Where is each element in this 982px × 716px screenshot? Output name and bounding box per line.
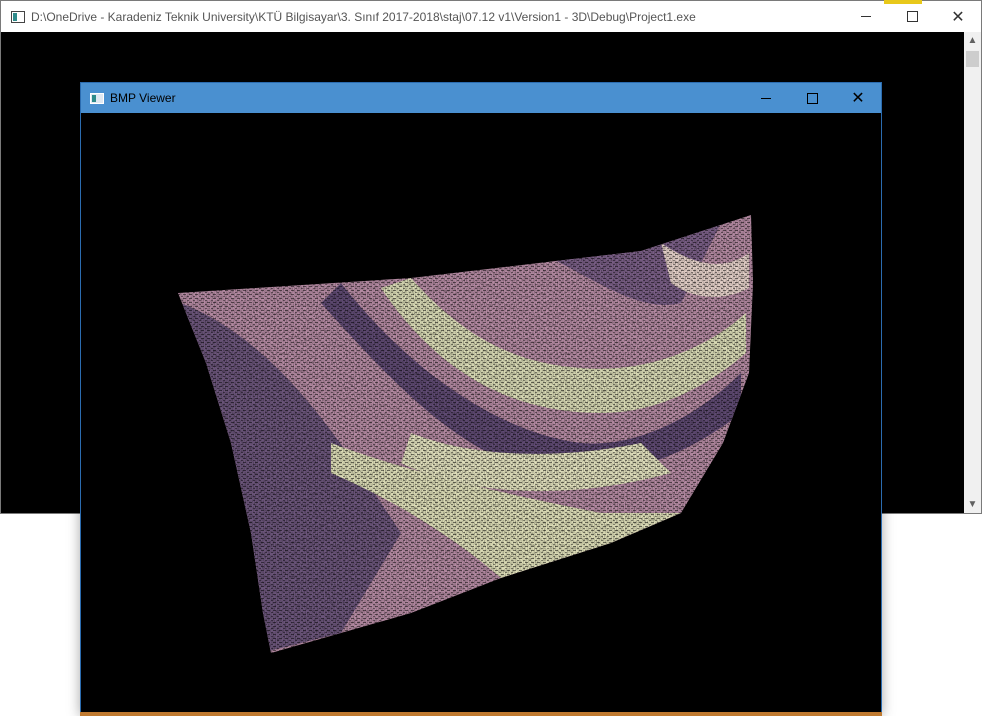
console-maximize-button[interactable] bbox=[889, 1, 935, 32]
bmp-viewer-title: BMP Viewer bbox=[110, 91, 176, 105]
scroll-thumb[interactable] bbox=[966, 51, 979, 67]
console-scrollbar[interactable]: ▲ ▼ bbox=[964, 32, 981, 513]
bmp-window-controls: ✕ bbox=[743, 83, 881, 113]
bmp-app-icon bbox=[90, 92, 104, 104]
bmp-maximize-button[interactable] bbox=[789, 83, 835, 113]
bmp-viewer-titlebar[interactable]: BMP Viewer ✕ bbox=[81, 83, 881, 113]
console-window-controls: ✕ bbox=[843, 1, 981, 32]
bmp-close-button[interactable]: ✕ bbox=[835, 83, 881, 113]
viewer-bottom-edge bbox=[80, 712, 882, 716]
bmp-minimize-button[interactable] bbox=[743, 83, 789, 113]
console-titlebar[interactable]: D:\OneDrive - Karadeniz Teknik Universit… bbox=[1, 1, 981, 32]
bmp-viewer-window: BMP Viewer ✕ bbox=[80, 82, 882, 716]
textured-surface bbox=[178, 215, 753, 653]
rendered-3d-image bbox=[178, 215, 753, 653]
bmp-render-canvas[interactable] bbox=[81, 113, 881, 715]
scroll-up-icon[interactable]: ▲ bbox=[964, 32, 981, 49]
background-window-edge bbox=[884, 0, 922, 4]
console-app-icon bbox=[11, 10, 25, 23]
console-minimize-button[interactable] bbox=[843, 1, 889, 32]
console-title: D:\OneDrive - Karadeniz Teknik Universit… bbox=[31, 9, 696, 24]
console-close-button[interactable]: ✕ bbox=[935, 1, 981, 32]
scroll-down-icon[interactable]: ▼ bbox=[964, 496, 981, 513]
